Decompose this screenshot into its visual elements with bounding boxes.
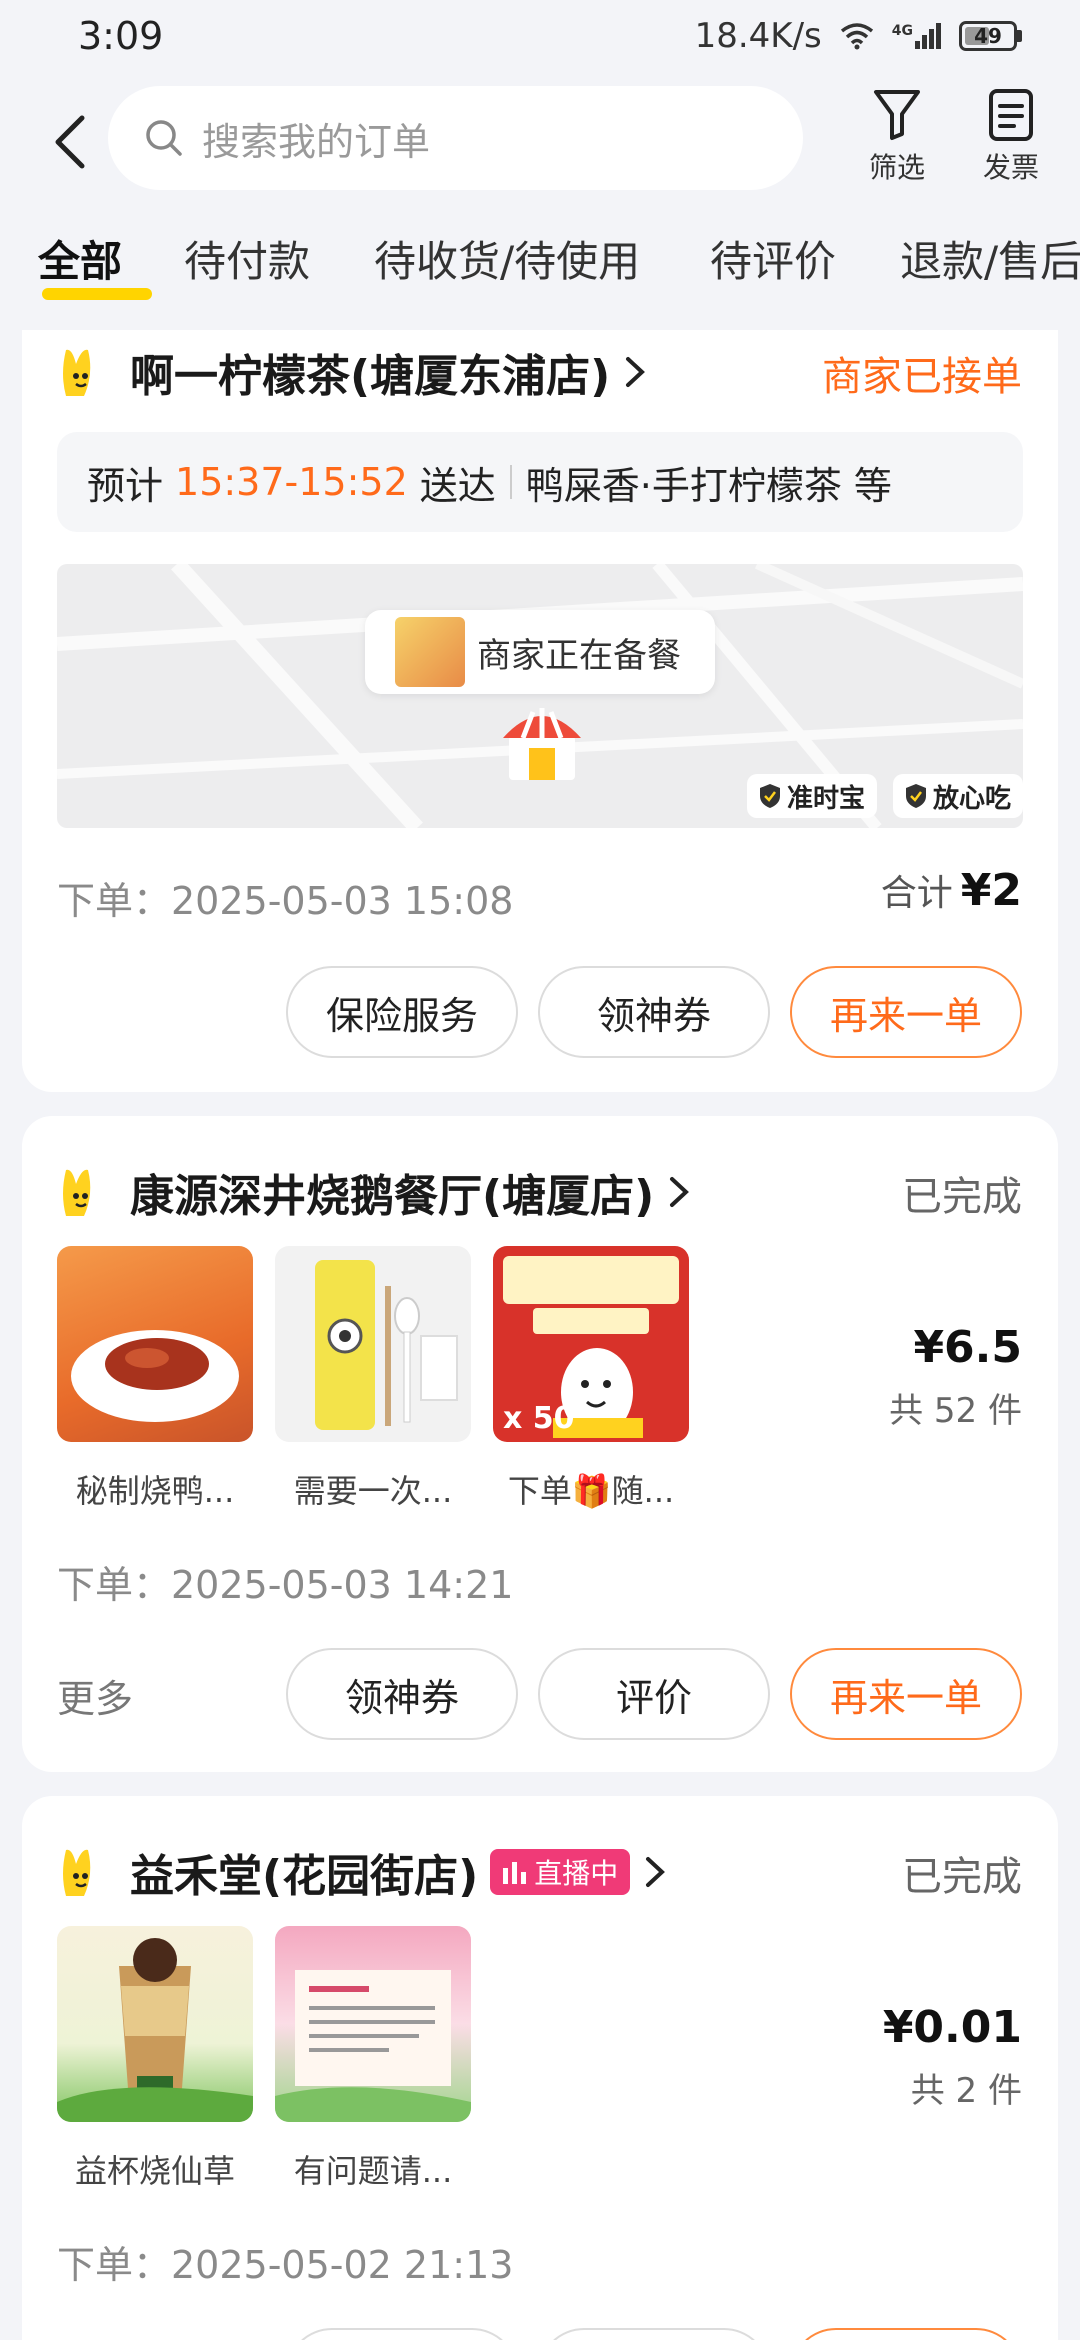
tab-all[interactable]: 全部 bbox=[38, 228, 152, 300]
status-bar: 3:09 18.4K/s 4G 49 bbox=[0, 0, 1080, 76]
product-thumbnail[interactable]: x 50 bbox=[493, 1246, 689, 1442]
filter-icon bbox=[874, 90, 920, 140]
store-name: 康源深井烧鹅餐厅(塘厦店) bbox=[130, 1171, 655, 1222]
shield-icon bbox=[906, 784, 926, 808]
order-total: 合计 ¥2 bbox=[880, 865, 1022, 916]
more-link[interactable]: 更多 bbox=[57, 1668, 133, 1723]
store-marker-icon bbox=[503, 708, 581, 780]
search-icon bbox=[146, 120, 182, 156]
chevron-left-icon bbox=[55, 115, 85, 169]
utensils-image bbox=[315, 1260, 458, 1430]
item-name: 下单🎁随... bbox=[507, 1472, 675, 1510]
delivery-map[interactable]: 商家正在备餐 准时宝 放心吃 bbox=[57, 564, 1023, 828]
badge-safe-eat: 放心吃 bbox=[893, 774, 1023, 818]
map-roads bbox=[57, 564, 1023, 828]
order-card[interactable]: 益禾堂(花园街店) 直播中 已完成 益杯烧仙草 有问题请... ¥0.01 共 … bbox=[22, 1796, 1058, 2340]
insurance-button[interactable]: 保险服务 bbox=[286, 966, 518, 1058]
store-link[interactable]: 益禾堂(花园街店) 直播中 bbox=[56, 1832, 666, 1912]
order-status: 已完成 bbox=[902, 1174, 1022, 1220]
product-thumbnail[interactable] bbox=[57, 1246, 253, 1442]
order-card[interactable]: 啊一柠檬茶(塘厦东浦店) 商家已接单 预计 15:37-15:52 送达 鸭屎香… bbox=[22, 330, 1058, 1092]
order-price: ¥6.5 共 52 件 bbox=[889, 1322, 1022, 1431]
eta-box: 预计 15:37-15:52 送达 鸭屎香·手打柠檬茶 等 bbox=[57, 432, 1023, 532]
order-tabs: 全部 待付款 待收货/待使用 待评价 退款/售后 bbox=[0, 228, 1080, 308]
action-button[interactable] bbox=[286, 2328, 518, 2340]
badge-on-time: 准时宝 bbox=[747, 774, 878, 818]
review-button[interactable]: 评价 bbox=[538, 1648, 770, 1740]
roast-duck-image bbox=[71, 1330, 239, 1422]
invoice-button[interactable]: 发票 bbox=[966, 88, 1056, 198]
reorder-button[interactable]: 再来一单 bbox=[790, 1648, 1022, 1740]
tab-refund[interactable]: 退款/售后 bbox=[900, 228, 1080, 300]
reorder-button[interactable] bbox=[790, 2328, 1022, 2340]
store-name: 啊一柠檬茶(塘厦东浦店) bbox=[130, 351, 611, 402]
eta-time: 15:37-15:52 bbox=[175, 460, 408, 504]
shield-icon bbox=[760, 784, 780, 808]
order-time: 下单：2025-05-03 14:21 bbox=[57, 1563, 514, 1607]
map-status-bubble: 商家正在备餐 bbox=[365, 610, 715, 694]
product-thumbnail[interactable] bbox=[57, 1926, 253, 2122]
divider bbox=[509, 465, 512, 499]
order-status: 已完成 bbox=[902, 1854, 1022, 1900]
search-input[interactable]: 搜索我的订单 bbox=[108, 86, 803, 190]
quantity-badge: x 50 bbox=[503, 1401, 575, 1436]
product-thumbnail[interactable] bbox=[275, 1246, 471, 1442]
milk-tea-image bbox=[57, 1938, 253, 2122]
order-time: 下单：2025-05-02 21:13 bbox=[57, 2243, 514, 2287]
store-link[interactable]: 康源深井烧鹅餐厅(塘厦店) bbox=[56, 1152, 690, 1232]
store-logo-icon bbox=[63, 1849, 91, 1896]
tab-pending-payment[interactable]: 待付款 bbox=[184, 228, 310, 300]
filter-button[interactable]: 筛选 bbox=[852, 88, 942, 198]
live-bars-icon bbox=[503, 1862, 527, 1884]
wifi-icon bbox=[840, 23, 873, 50]
search-placeholder: 搜索我的订单 bbox=[202, 119, 431, 164]
item-name: 秘制烧鸭... bbox=[75, 1472, 235, 1510]
network-speed: 18.4K/s bbox=[694, 16, 822, 56]
order-price: ¥0.01 共 2 件 bbox=[882, 2002, 1022, 2111]
header: 搜索我的订单 筛选 发票 bbox=[0, 80, 1080, 200]
live-badge[interactable]: 直播中 bbox=[490, 1849, 631, 1895]
tab-pending-review[interactable]: 待评价 bbox=[710, 228, 836, 300]
invoice-icon bbox=[989, 89, 1033, 141]
store-logo-icon bbox=[63, 1169, 91, 1216]
active-tab-indicator bbox=[42, 288, 152, 300]
items-summary: 鸭屎香·手打柠檬茶 等 bbox=[525, 463, 892, 508]
store-logo-icon bbox=[63, 349, 91, 396]
order-time: 下单：2025-05-03 15:08 bbox=[57, 879, 514, 923]
cell-signal-icon: 4G bbox=[892, 23, 941, 49]
back-button[interactable] bbox=[40, 102, 100, 182]
chevron-right-icon bbox=[626, 357, 646, 387]
order-status: 商家已接单 bbox=[822, 354, 1022, 400]
product-thumbnail bbox=[395, 617, 465, 687]
product-thumbnail[interactable] bbox=[275, 1926, 471, 2122]
status-time: 3:09 bbox=[78, 14, 164, 58]
reorder-button[interactable]: 再来一单 bbox=[790, 966, 1022, 1058]
battery-icon: 49 bbox=[959, 21, 1022, 51]
coupon-button[interactable]: 领神券 bbox=[286, 1648, 518, 1740]
order-card[interactable]: 康源深井烧鹅餐厅(塘厦店) 已完成 x 50 秘制烧鸭... 需要一次... 下… bbox=[22, 1116, 1058, 1772]
store-name: 益禾堂(花园街店) bbox=[130, 1851, 479, 1902]
item-name: 益杯烧仙草 bbox=[74, 2152, 235, 2190]
notice-card-image bbox=[275, 1970, 471, 2122]
status-indicators: 18.4K/s 4G 49 bbox=[695, 16, 1022, 56]
item-name: 有问题请... bbox=[293, 2152, 453, 2190]
store-link[interactable]: 啊一柠檬茶(塘厦东浦店) bbox=[56, 332, 646, 412]
item-name: 需要一次... bbox=[293, 1472, 453, 1510]
coupon-button[interactable]: 领神券 bbox=[538, 966, 770, 1058]
action-button[interactable] bbox=[538, 2328, 770, 2340]
chevron-right-icon bbox=[646, 1857, 666, 1887]
tab-pending-receipt[interactable]: 待收货/待使用 bbox=[374, 228, 640, 300]
chevron-right-icon bbox=[670, 1177, 690, 1207]
